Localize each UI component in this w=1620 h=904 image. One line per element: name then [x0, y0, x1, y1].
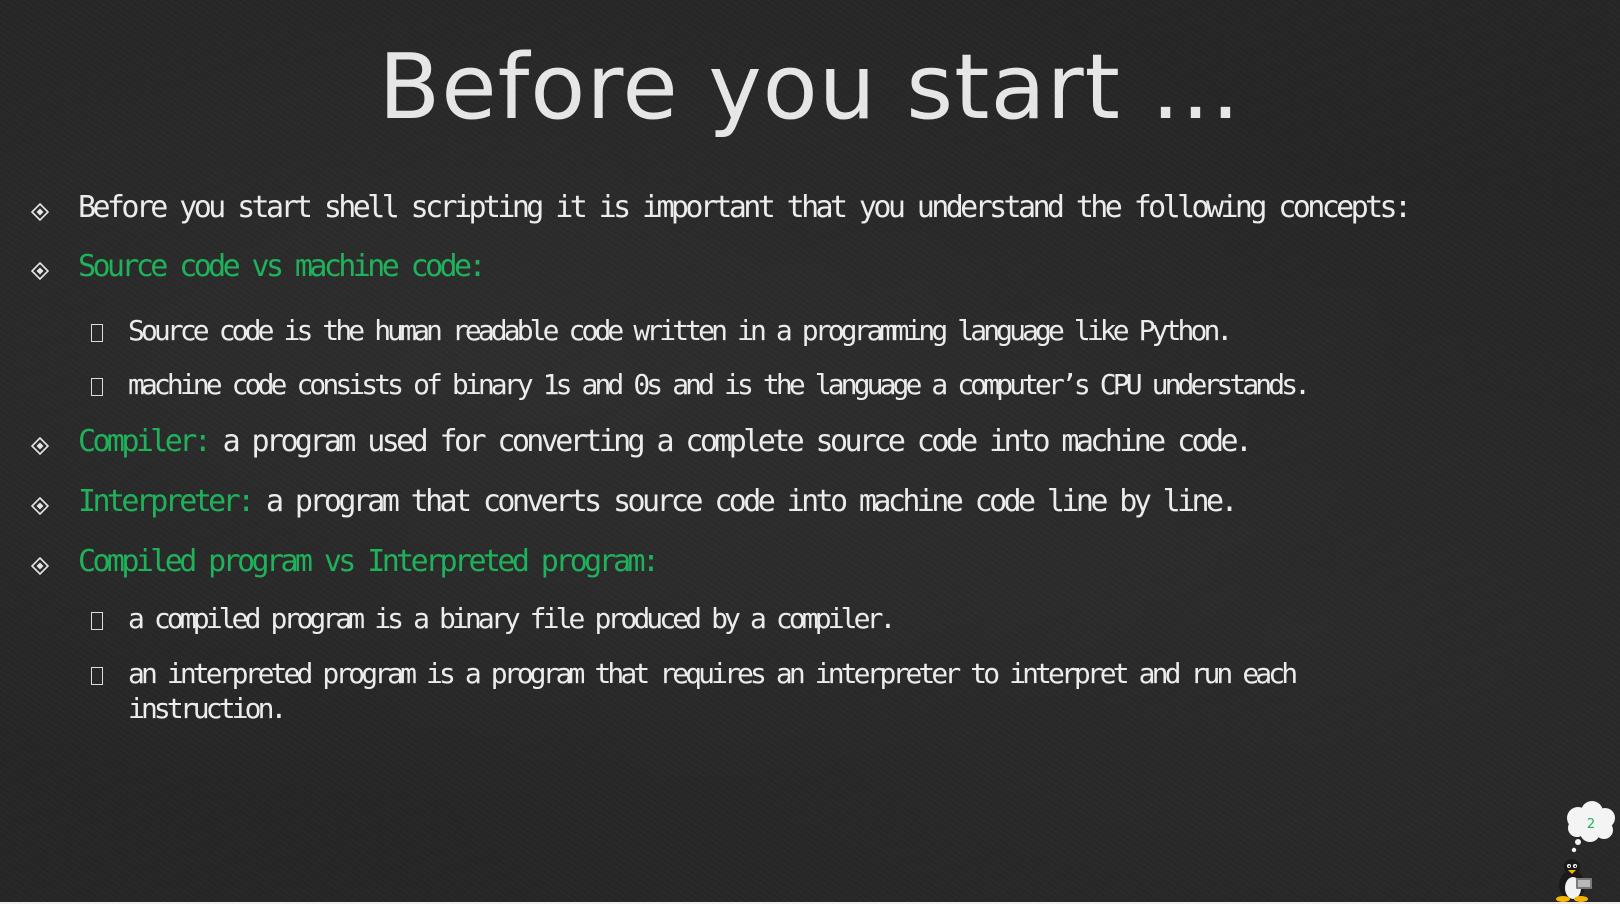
compiler-term: Compiler:	[78, 424, 212, 459]
diamond-bullet-icon	[31, 203, 49, 221]
compiled-program-text: a compiled program is a binary file prod…	[128, 602, 896, 635]
intro-text: Before you start shell scripting it is i…	[78, 190, 1412, 225]
compiler-definition: a program used for converting a complete…	[208, 424, 1253, 459]
slide-content: Before you start shell scripting it is i…	[0, 0, 1620, 904]
source-code-text: Source code is the human readable code w…	[128, 314, 1233, 347]
slide: Before you start … Before you start shel…	[0, 0, 1620, 904]
interpreted-program-text-continued: instruction.	[128, 692, 287, 725]
machine-code-text: machine code consists of binary 1s and 0…	[128, 368, 1311, 401]
diamond-bullet-icon	[31, 557, 49, 575]
diamond-bullet-icon	[31, 262, 49, 280]
square-bullet-icon	[91, 378, 103, 396]
square-bullet-icon	[91, 324, 103, 342]
interpreter-term: Interpreter:	[78, 484, 255, 519]
diamond-bullet-icon	[31, 437, 49, 455]
square-bullet-icon	[91, 612, 103, 630]
interpreter-line: Interpreter: a program that converts sou…	[78, 482, 1239, 522]
source-vs-machine-heading: Source code vs machine code:	[78, 249, 487, 284]
square-bullet-icon	[91, 667, 103, 685]
tux-penguin-icon: 2	[1556, 801, 1615, 902]
compiled-vs-interpreted-heading: Compiled program vs Interpreted program:	[78, 544, 660, 579]
compiler-line: Compiler: a program used for converting …	[78, 422, 1253, 462]
page-number: 2	[1587, 817, 1595, 832]
interpreted-program-text: an interpreted program is a program that…	[128, 657, 1298, 690]
interpreter-definition: a program that converts source code into…	[251, 484, 1239, 519]
diamond-bullet-icon	[31, 497, 49, 515]
